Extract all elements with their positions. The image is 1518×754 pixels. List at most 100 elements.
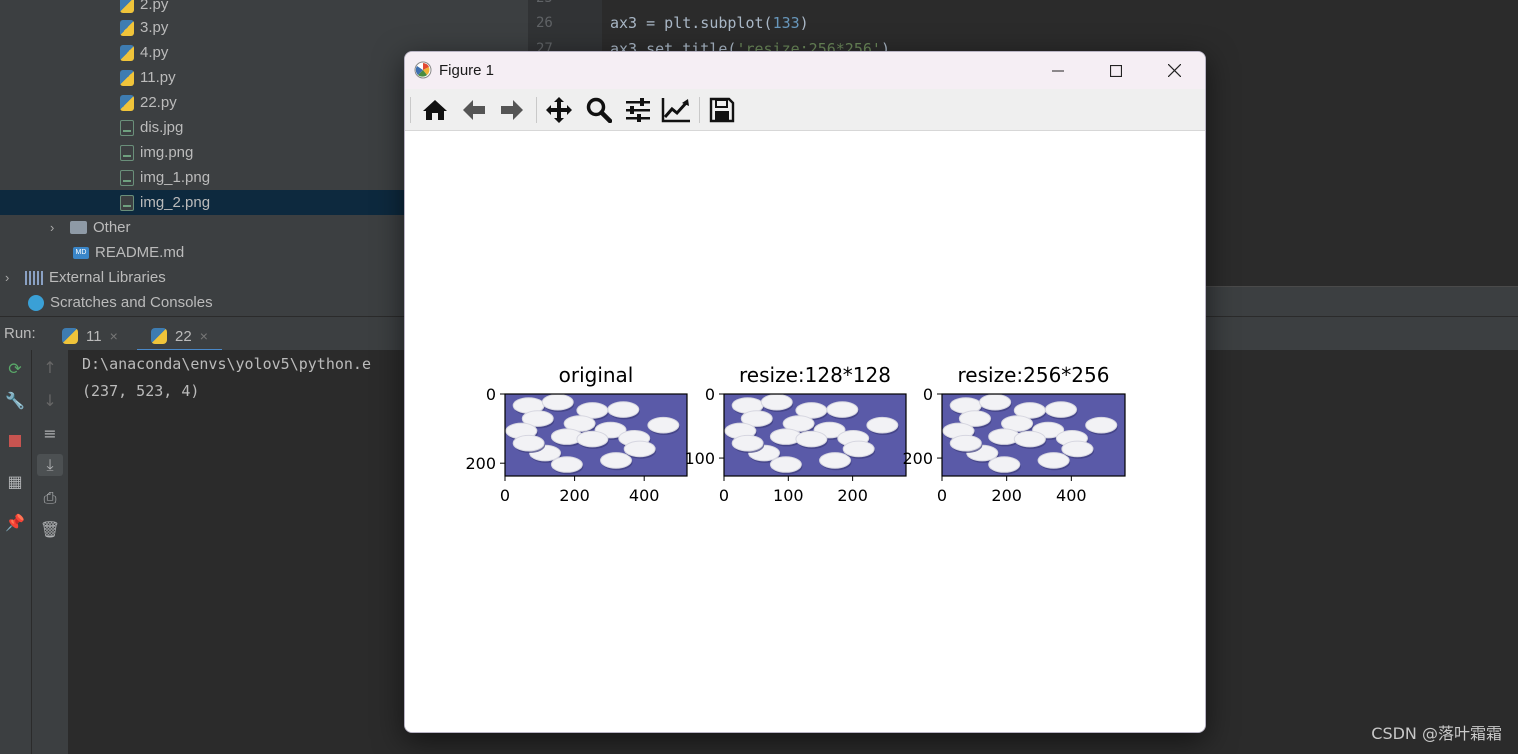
pill	[826, 401, 859, 418]
subplot-title: resize:256*256	[958, 363, 1110, 387]
markdown-file-icon: MD	[73, 246, 89, 259]
console-actions-toolbar: ↑ ↓ ≡ ⤓ ⎙ 🗑	[32, 350, 69, 754]
tree-item-img1-png[interactable]: img_1.png	[120, 165, 210, 190]
toolbar-separator	[699, 97, 700, 123]
forward-arrow-icon	[501, 100, 523, 120]
python-file-icon	[120, 19, 134, 36]
python-icon	[151, 328, 167, 344]
pill	[769, 456, 802, 473]
image-file-icon	[120, 169, 134, 186]
figure-titlebar[interactable]: Figure 1	[405, 52, 1205, 89]
edit-axis-icon	[661, 98, 690, 123]
figure-toolbar	[405, 89, 1205, 131]
scroll-up-icon[interactable]: ↑	[39, 357, 61, 379]
tree-item-dis-jpg[interactable]: dis.jpg	[120, 115, 183, 140]
chevron-right-icon[interactable]: ›	[50, 220, 60, 235]
save-icon	[709, 97, 735, 123]
pan-icon	[546, 97, 572, 123]
forward-button[interactable]	[496, 95, 528, 125]
watermark: CSDN @落叶霜霜	[1371, 724, 1502, 743]
trash-icon[interactable]: 🗑	[39, 519, 61, 541]
close-icon	[1167, 64, 1181, 77]
figure-window[interactable]: Figure 1 original 0 200 400 0 200 resize…	[404, 51, 1206, 733]
subplot-1: original0 200 4000200	[465, 363, 688, 505]
x-tick-label: 100	[773, 486, 804, 505]
rerun-icon[interactable]: ⟳	[4, 358, 26, 380]
home-icon	[423, 100, 447, 120]
zoom-button[interactable]	[583, 95, 615, 125]
tree-item-11py[interactable]: 11.py	[120, 65, 176, 90]
pill	[1044, 401, 1078, 418]
pill	[731, 434, 764, 452]
image-file-icon	[120, 194, 134, 211]
pill	[607, 401, 640, 418]
print-icon[interactable]: ⎙	[39, 487, 61, 509]
x-tick-label: 400	[1056, 486, 1087, 505]
figure-canvas[interactable]: original 0 200 400 0 200 resize:128*128 0 100 200…	[405, 131, 1205, 732]
run-tab-11[interactable]: 11 ×	[62, 323, 118, 349]
pill	[576, 430, 609, 448]
library-icon	[25, 270, 43, 285]
scroll-down-icon[interactable]: ↓	[39, 390, 61, 412]
edit-axis-button[interactable]	[660, 95, 692, 125]
home-button[interactable]	[419, 95, 451, 125]
tree-item-img-png[interactable]: img.png	[120, 140, 193, 165]
run-actions-toolbar: ⟳ 🔧 ▦ 📌	[0, 350, 32, 754]
x-tick-label: 0	[719, 486, 729, 505]
subplot-title: original	[559, 363, 634, 387]
x-tick-label: 0	[937, 486, 947, 505]
pan-button[interactable]	[543, 95, 575, 125]
close-tab-icon[interactable]: ×	[110, 328, 118, 344]
pill	[949, 434, 982, 452]
toolbar-separator	[536, 97, 537, 123]
line-number: 25	[536, 0, 553, 6]
pill	[819, 452, 851, 469]
x-tick-label: 400	[629, 486, 660, 505]
chevron-right-icon[interactable]: ›	[5, 270, 15, 285]
wrench-icon[interactable]: 🔧	[4, 390, 26, 412]
back-arrow-icon	[463, 100, 485, 120]
pill	[988, 456, 1021, 473]
configure-subplots-button[interactable]	[622, 95, 654, 125]
soft-wrap-icon[interactable]: ≡	[39, 423, 61, 445]
pin-icon[interactable]: 📌	[4, 512, 26, 534]
y-tick-label: 200	[465, 454, 496, 473]
save-button[interactable]	[706, 95, 738, 125]
python-file-icon	[120, 0, 134, 13]
figure-plot-area: original0 200 4000200resize:128*1280 100 200…	[465, 363, 1126, 505]
code-line[interactable]: ax3 = plt.subplot(133)	[610, 14, 809, 32]
folder-icon	[70, 221, 87, 234]
y-tick-label: 0	[923, 385, 933, 404]
layout-icon[interactable]: ▦	[4, 471, 26, 493]
pill	[979, 393, 1012, 411]
run-tab-22[interactable]: 22 ×	[137, 323, 222, 352]
subplot-title: resize:128*128	[739, 363, 891, 387]
pill	[1037, 452, 1070, 469]
scroll-to-end-icon[interactable]: ⤓	[37, 454, 63, 476]
tree-item-3py[interactable]: 3.py	[120, 15, 168, 40]
tree-item-readme[interactable]: MD README.md	[73, 240, 184, 265]
tree-item-scratches[interactable]: Scratches and Consoles	[28, 290, 213, 315]
close-button[interactable]	[1145, 52, 1203, 89]
maximize-icon	[1110, 64, 1122, 77]
minimize-button[interactable]	[1029, 52, 1087, 89]
tree-item-22py[interactable]: 22.py	[120, 90, 177, 115]
pill	[1085, 416, 1118, 434]
line-number: 26	[536, 15, 553, 31]
tree-item-4py[interactable]: 4.py	[120, 40, 168, 65]
close-tab-icon[interactable]: ×	[200, 328, 208, 344]
stop-icon[interactable]	[4, 430, 26, 452]
tree-item-other-folder[interactable]: › Other	[50, 215, 131, 240]
figure-title: Figure 1	[439, 62, 495, 79]
back-button[interactable]	[458, 95, 490, 125]
run-label: Run:	[4, 325, 36, 342]
python-icon	[62, 328, 78, 344]
x-tick-label: 0	[500, 486, 510, 505]
tree-item-external-libraries[interactable]: › External Libraries	[5, 265, 166, 290]
y-tick-label: 0	[705, 385, 715, 404]
pill	[760, 393, 793, 411]
minimize-icon	[1052, 70, 1064, 71]
pill	[600, 452, 632, 469]
maximize-button[interactable]	[1087, 52, 1145, 89]
configure-subplots-icon	[626, 98, 650, 122]
